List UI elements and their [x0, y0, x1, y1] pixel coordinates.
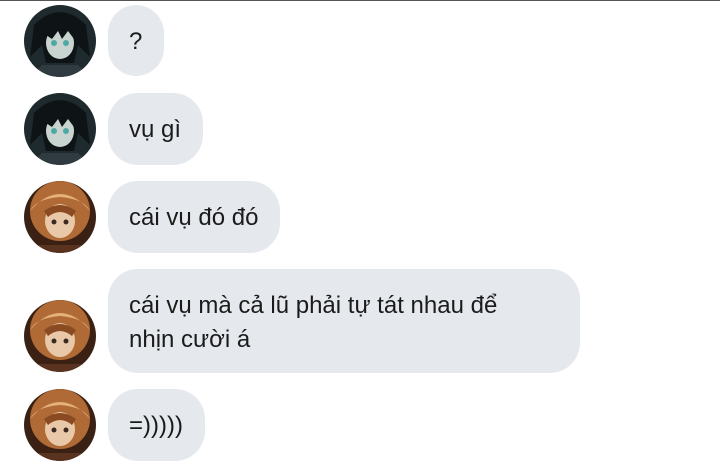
message-bubble[interactable]: cái vụ mà cả lũ phải tự tát nhau để nhịn…: [108, 269, 580, 373]
chat-thread: ? vụ gì cái vụ đó đó cái vụ mà cả lũ phả…: [0, 0, 720, 467]
avatar-boy-image: [24, 93, 96, 165]
avatar-orange-hair[interactable]: [24, 300, 96, 372]
avatar-girl-image: [24, 389, 96, 461]
avatar-orange-hair[interactable]: [24, 389, 96, 461]
message-bubble[interactable]: cái vụ đó đó: [108, 181, 281, 253]
avatar-boy-image: [24, 5, 96, 77]
avatar-girl-image: [24, 300, 96, 372]
top-divider: [0, 0, 720, 1]
avatar-dark-hair[interactable]: [24, 5, 96, 77]
message-bubble[interactable]: vụ gì: [108, 93, 204, 165]
message-bubble[interactable]: =))))): [108, 389, 205, 461]
message-bubble[interactable]: ?: [108, 5, 165, 76]
avatar-dark-hair[interactable]: [24, 93, 96, 165]
avatar-orange-hair[interactable]: [24, 181, 96, 253]
avatar-girl-image: [24, 181, 96, 253]
